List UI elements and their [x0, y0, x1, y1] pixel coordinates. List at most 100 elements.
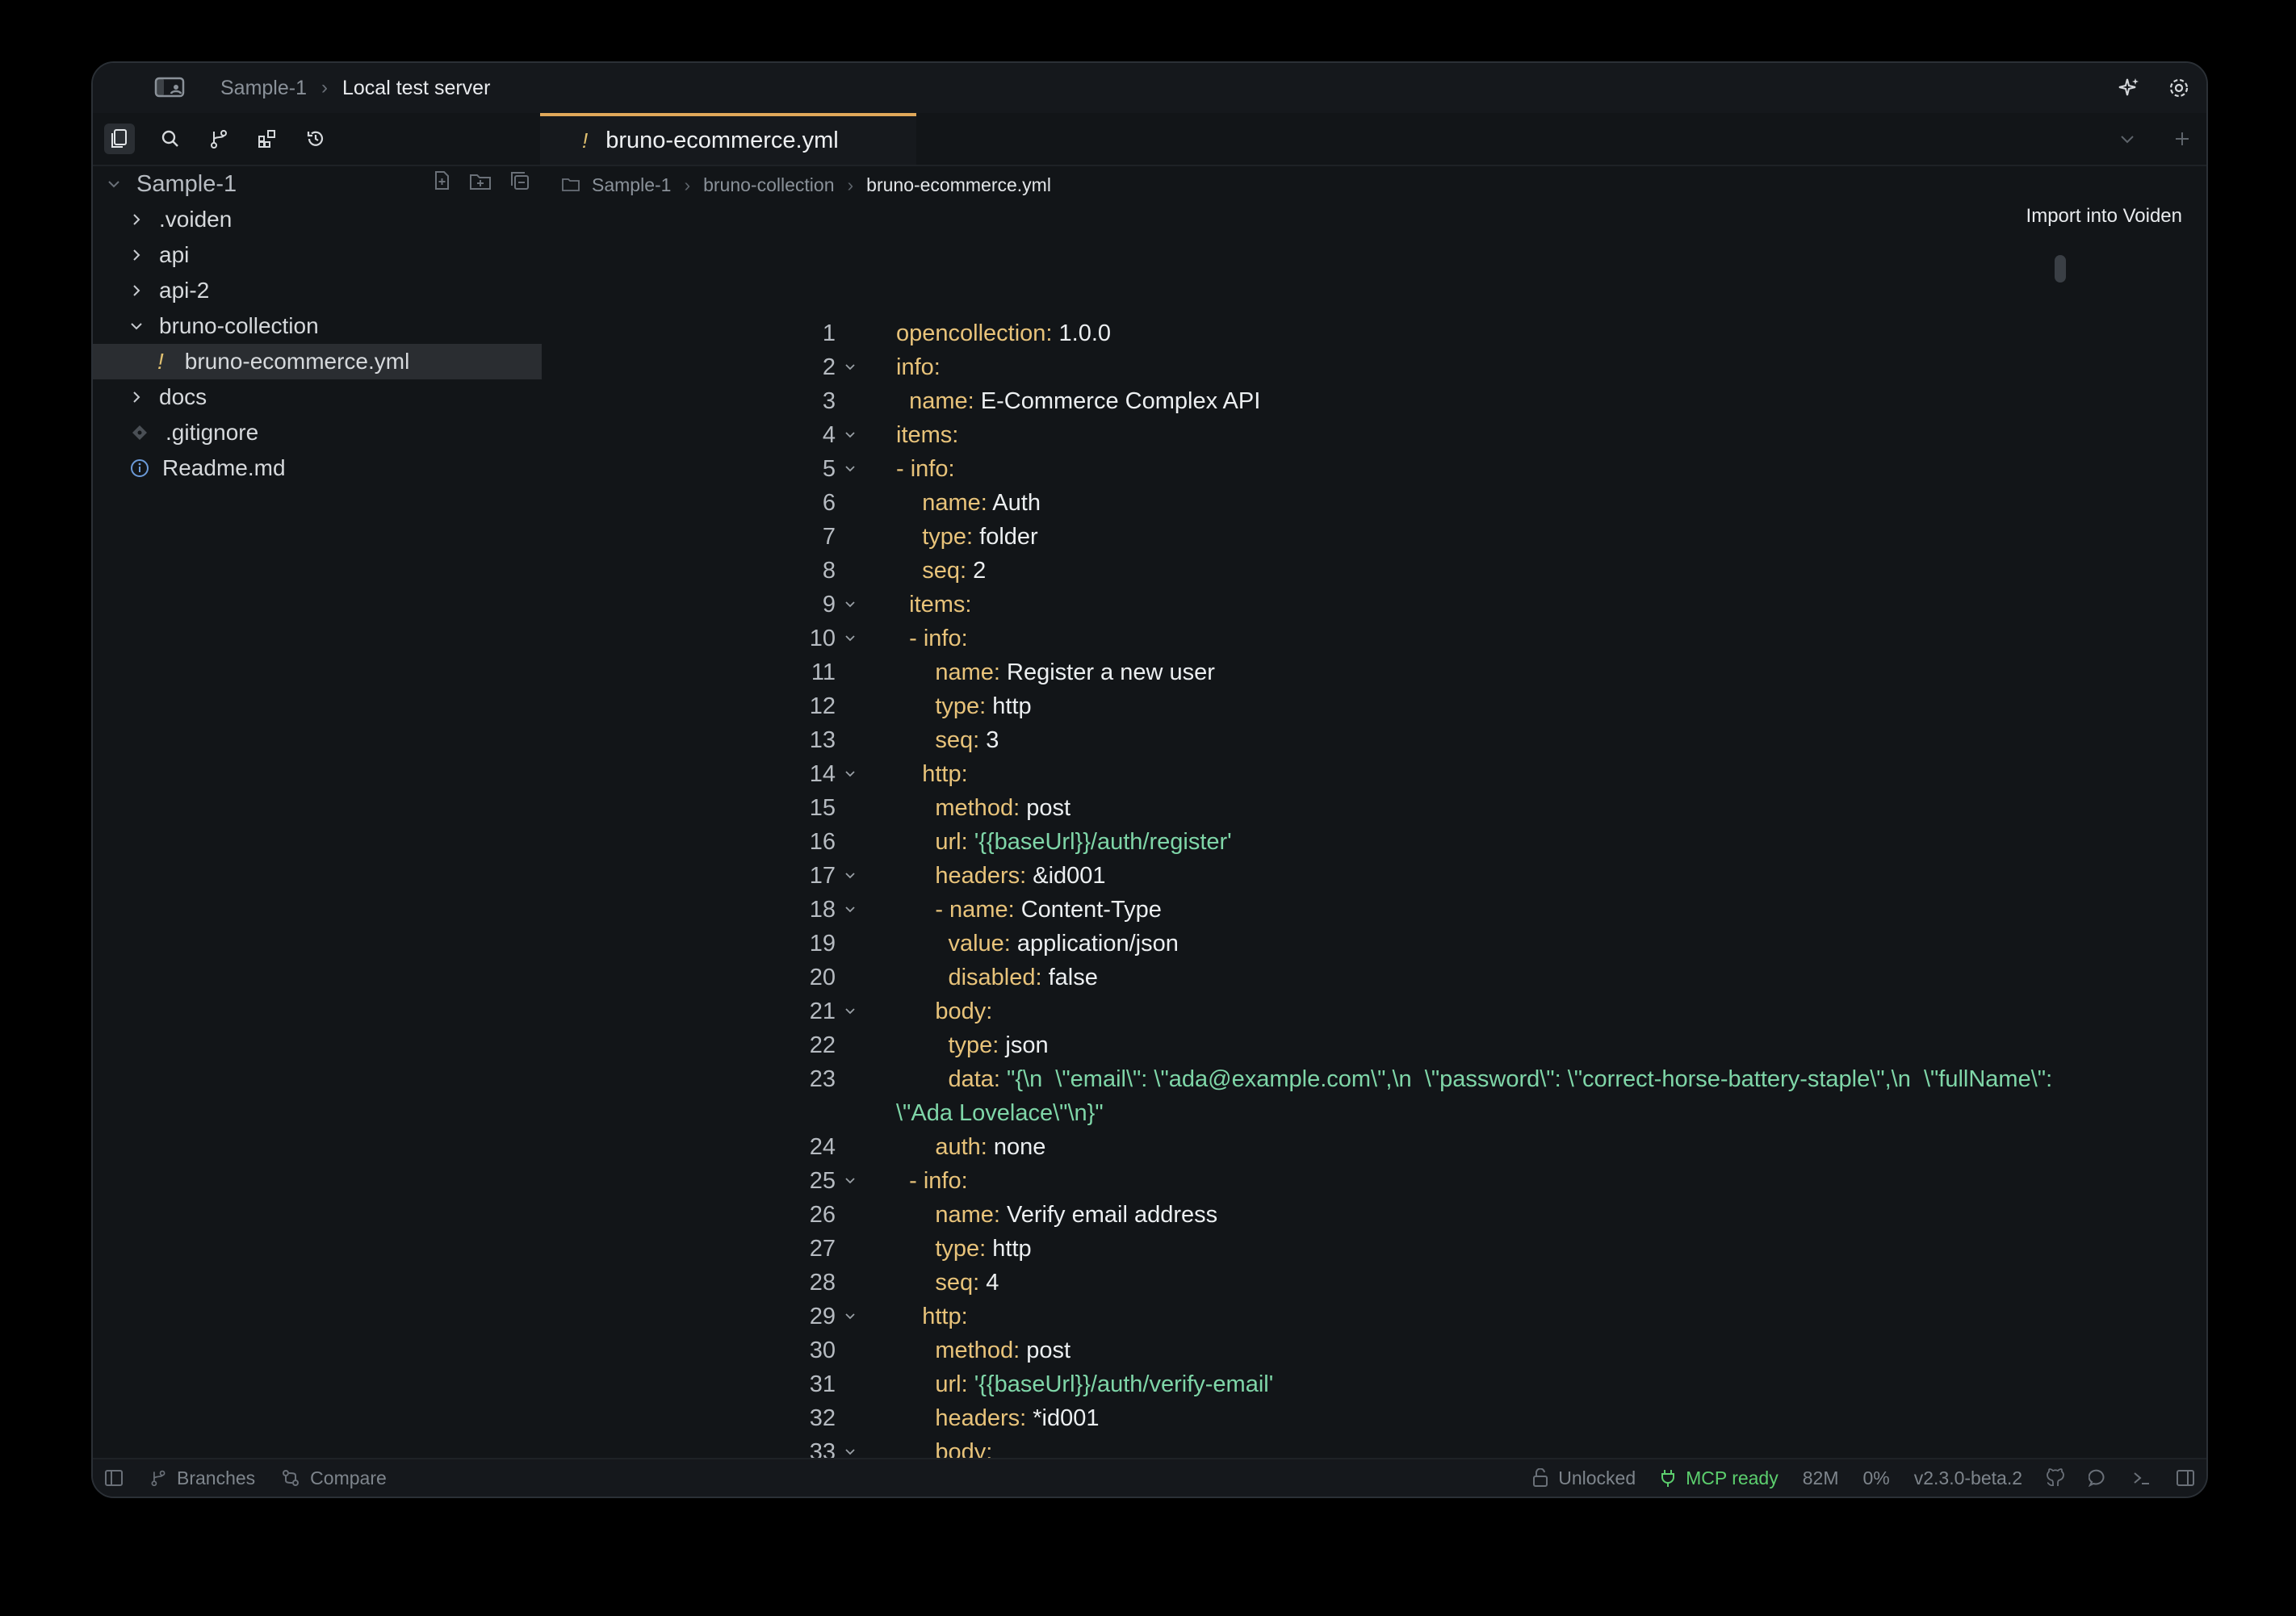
chevron-down-icon[interactable] [2114, 126, 2140, 152]
code-line[interactable]: 3 name: E-Commerce Complex API [545, 384, 2206, 418]
tree-item-gitignore[interactable]: .gitignore [93, 415, 545, 450]
code-line[interactable]: 10 - info: [545, 622, 2206, 655]
scrollbar-thumb[interactable] [2055, 255, 2066, 283]
tree-item-api-2[interactable]: api-2 [93, 273, 545, 308]
toggle-sidebar-icon[interactable] [104, 1469, 124, 1487]
history-icon[interactable] [303, 126, 329, 152]
toggle-panel-icon[interactable] [2176, 1469, 2195, 1487]
breadcrumb: Sample-1 › bruno-collection › bruno-ecom… [561, 166, 1051, 203]
git-branch-icon[interactable] [206, 126, 232, 152]
code-line[interactable]: 7 type: folder [545, 520, 2206, 554]
chat-icon[interactable] [2089, 1468, 2108, 1488]
code-line[interactable]: 2 info: [545, 350, 2206, 384]
yaml-key: method: [935, 1337, 1020, 1363]
fold-chevron-icon[interactable] [842, 766, 858, 782]
code-line[interactable]: 23 data: "{\n \"email\": \"ada@example.c… [545, 1062, 2206, 1096]
code-line[interactable]: 21 body: [545, 994, 2206, 1028]
breadcrumb-current[interactable]: bruno-ecommerce.yml [866, 174, 1051, 196]
code-line[interactable]: 30 method: post [545, 1333, 2206, 1367]
search-icon[interactable] [157, 126, 183, 152]
environment-name[interactable]: Local test server [342, 77, 490, 100]
settings-gear-icon[interactable] [2166, 75, 2192, 101]
code-line[interactable]: 25 - info: [545, 1164, 2206, 1198]
fold-chevron-icon[interactable] [842, 630, 858, 647]
yaml-key: name: [935, 659, 1000, 685]
code-line[interactable]: 31 url: '{{baseUrl}}/auth/verify-email' [545, 1367, 2206, 1401]
tab-bruno-ecommerce[interactable]: ! bruno-ecommerce.yml [540, 113, 916, 165]
import-into-voiden-button[interactable]: Import into Voiden [2026, 205, 2182, 228]
tree-item-bruno-collection[interactable]: bruno-collection [93, 308, 545, 344]
workspace-name[interactable]: Sample-1 [220, 77, 307, 100]
code-text: body: [896, 998, 992, 1025]
code-line[interactable]: 11 name: Register a new user [545, 655, 2206, 689]
code-text: value: application/json [896, 930, 1178, 957]
files-icon[interactable] [104, 124, 135, 154]
line-number: 32 [809, 1405, 836, 1431]
code-text: method: post [896, 1338, 1070, 1364]
code-line[interactable]: 19 value: application/json [545, 927, 2206, 961]
terminal-icon[interactable] [2132, 1469, 2151, 1487]
code-line[interactable]: 20 disabled: false [545, 961, 2206, 994]
fold-chevron-icon[interactable] [842, 1003, 858, 1019]
code-line[interactable]: 9 items: [545, 588, 2206, 622]
new-file-icon[interactable] [432, 170, 451, 198]
code-text: info: [896, 354, 941, 381]
tree-item-voiden[interactable]: .voiden [93, 202, 545, 237]
code-line[interactable]: 8 seq: 2 [545, 554, 2206, 588]
code-line[interactable]: 1 opencollection: 1.0.0 [545, 316, 2206, 350]
compare-button[interactable]: Compare [281, 1467, 387, 1489]
extensions-icon[interactable] [254, 126, 280, 152]
code-line[interactable]: 29 http: [545, 1300, 2206, 1333]
code-line[interactable]: 32 headers: *id001 [545, 1401, 2206, 1435]
line-number: 26 [809, 1201, 836, 1228]
tree-item-readme[interactable]: Readme.md [93, 450, 545, 486]
yaml-key: name: [909, 387, 974, 414]
tree-item-bruno-ecommerce[interactable]: ! bruno-ecommerce.yml [93, 344, 542, 379]
lock-status[interactable]: Unlocked [1532, 1467, 1636, 1489]
new-tab-plus-icon[interactable] [2169, 126, 2195, 152]
code-line[interactable]: 24 auth: none [545, 1130, 2206, 1164]
code-line[interactable]: 6 name: Auth [545, 486, 2206, 520]
fold-chevron-icon[interactable] [842, 1173, 858, 1189]
code-line[interactable]: 15 method: post [545, 791, 2206, 825]
fold-chevron-icon[interactable] [842, 1308, 858, 1325]
fold-chevron-icon[interactable] [842, 427, 858, 443]
yaml-key: headers: [935, 1405, 1027, 1431]
code-line[interactable]: 12 type: http [545, 689, 2206, 723]
line-number: 11 [811, 659, 836, 685]
breadcrumb-item[interactable]: Sample-1 [592, 174, 671, 196]
fold-chevron-icon[interactable] [842, 868, 858, 884]
yaml-key: value: [948, 930, 1011, 957]
code-line[interactable]: 18 - name: Content-Type [545, 893, 2206, 927]
mcp-status[interactable]: MCP ready [1660, 1467, 1779, 1489]
code-line[interactable]: 13 seq: 3 [545, 723, 2206, 757]
code-line[interactable]: 16 url: '{{baseUrl}}/auth/register' [545, 825, 2206, 859]
code-line[interactable]: 22 type: json [545, 1028, 2206, 1062]
code-line[interactable]: 26 name: Verify email address [545, 1198, 2206, 1232]
code-text: items: [896, 592, 971, 618]
code-line[interactable]: 17 headers: &id001 [545, 859, 2206, 893]
code-line[interactable]: \"Ada Lovelace\"\n}" [545, 1096, 2206, 1130]
code-line[interactable]: 14 http: [545, 757, 2206, 791]
fold-chevron-icon[interactable] [842, 597, 858, 613]
tree-item-api[interactable]: api [93, 237, 545, 273]
fold-chevron-icon[interactable] [842, 359, 858, 375]
new-folder-icon[interactable] [469, 171, 492, 198]
code-line[interactable]: 4 items: [545, 418, 2206, 452]
code-line[interactable]: 27 type: http [545, 1232, 2206, 1266]
fold-chevron-icon[interactable] [842, 461, 858, 477]
tree-root-folder[interactable]: Sample-1 [93, 166, 545, 202]
fold-chevron-icon[interactable] [842, 902, 858, 918]
github-icon[interactable] [2047, 1468, 2064, 1488]
breadcrumb-item[interactable]: bruno-collection [703, 174, 834, 196]
branches-button[interactable]: Branches [149, 1467, 255, 1489]
sparkle-icon[interactable] [2116, 75, 2142, 101]
tree-item-docs[interactable]: docs [93, 379, 545, 415]
collapse-all-icon[interactable] [509, 170, 530, 198]
code-text: http: [896, 1304, 967, 1330]
workspace-icon[interactable] [138, 73, 203, 103]
code-line[interactable]: 5 - info: [545, 452, 2206, 486]
code-line[interactable]: 28 seq: 4 [545, 1266, 2206, 1300]
